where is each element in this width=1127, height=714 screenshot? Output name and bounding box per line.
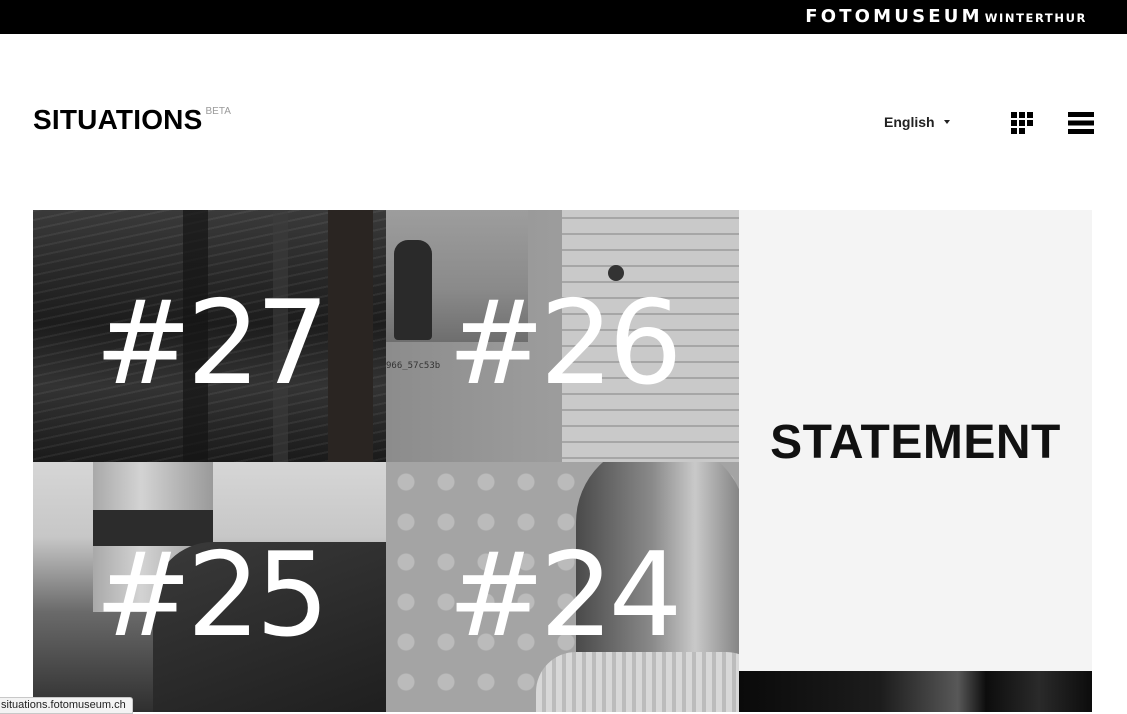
partial-image-tile[interactable] xyxy=(739,671,1092,712)
situation-tile-25[interactable]: #25 xyxy=(33,462,386,712)
caret-down-icon xyxy=(943,120,950,124)
situation-tile-24[interactable]: #24 xyxy=(386,462,739,712)
statement-label: STATEMENT xyxy=(770,416,1061,469)
statement-tile[interactable]: STATEMENT xyxy=(739,210,1092,671)
browser-status-url: situations.fotomuseum.ch xyxy=(0,697,133,714)
site-title: SITUATIONS xyxy=(33,104,203,135)
hamburger-menu-icon[interactable] xyxy=(1068,112,1094,134)
grid-view-icon[interactable] xyxy=(1011,112,1033,134)
fotomuseum-logo-link[interactable]: FOTOMUSEUM WINTERTHUR xyxy=(805,6,1087,27)
tile-number: #27 xyxy=(94,276,330,411)
situation-tile-26[interactable]: 966_57c53b #26 xyxy=(386,210,739,462)
tile-number: #25 xyxy=(94,528,330,663)
site-title-link[interactable]: SITUATIONS BETA xyxy=(33,104,231,136)
beta-badge: BETA xyxy=(205,106,231,117)
situation-tile-27[interactable]: #27 xyxy=(33,210,386,462)
brand-sub: WINTERTHUR xyxy=(984,11,1087,25)
tile-number: #26 xyxy=(447,276,683,411)
language-selector[interactable]: English xyxy=(884,114,950,130)
tile-number: #24 xyxy=(447,528,683,663)
brand-main: FOTOMUSEUM xyxy=(805,6,983,27)
top-bar: FOTOMUSEUM WINTERTHUR xyxy=(0,0,1127,34)
language-label: English xyxy=(884,114,935,130)
